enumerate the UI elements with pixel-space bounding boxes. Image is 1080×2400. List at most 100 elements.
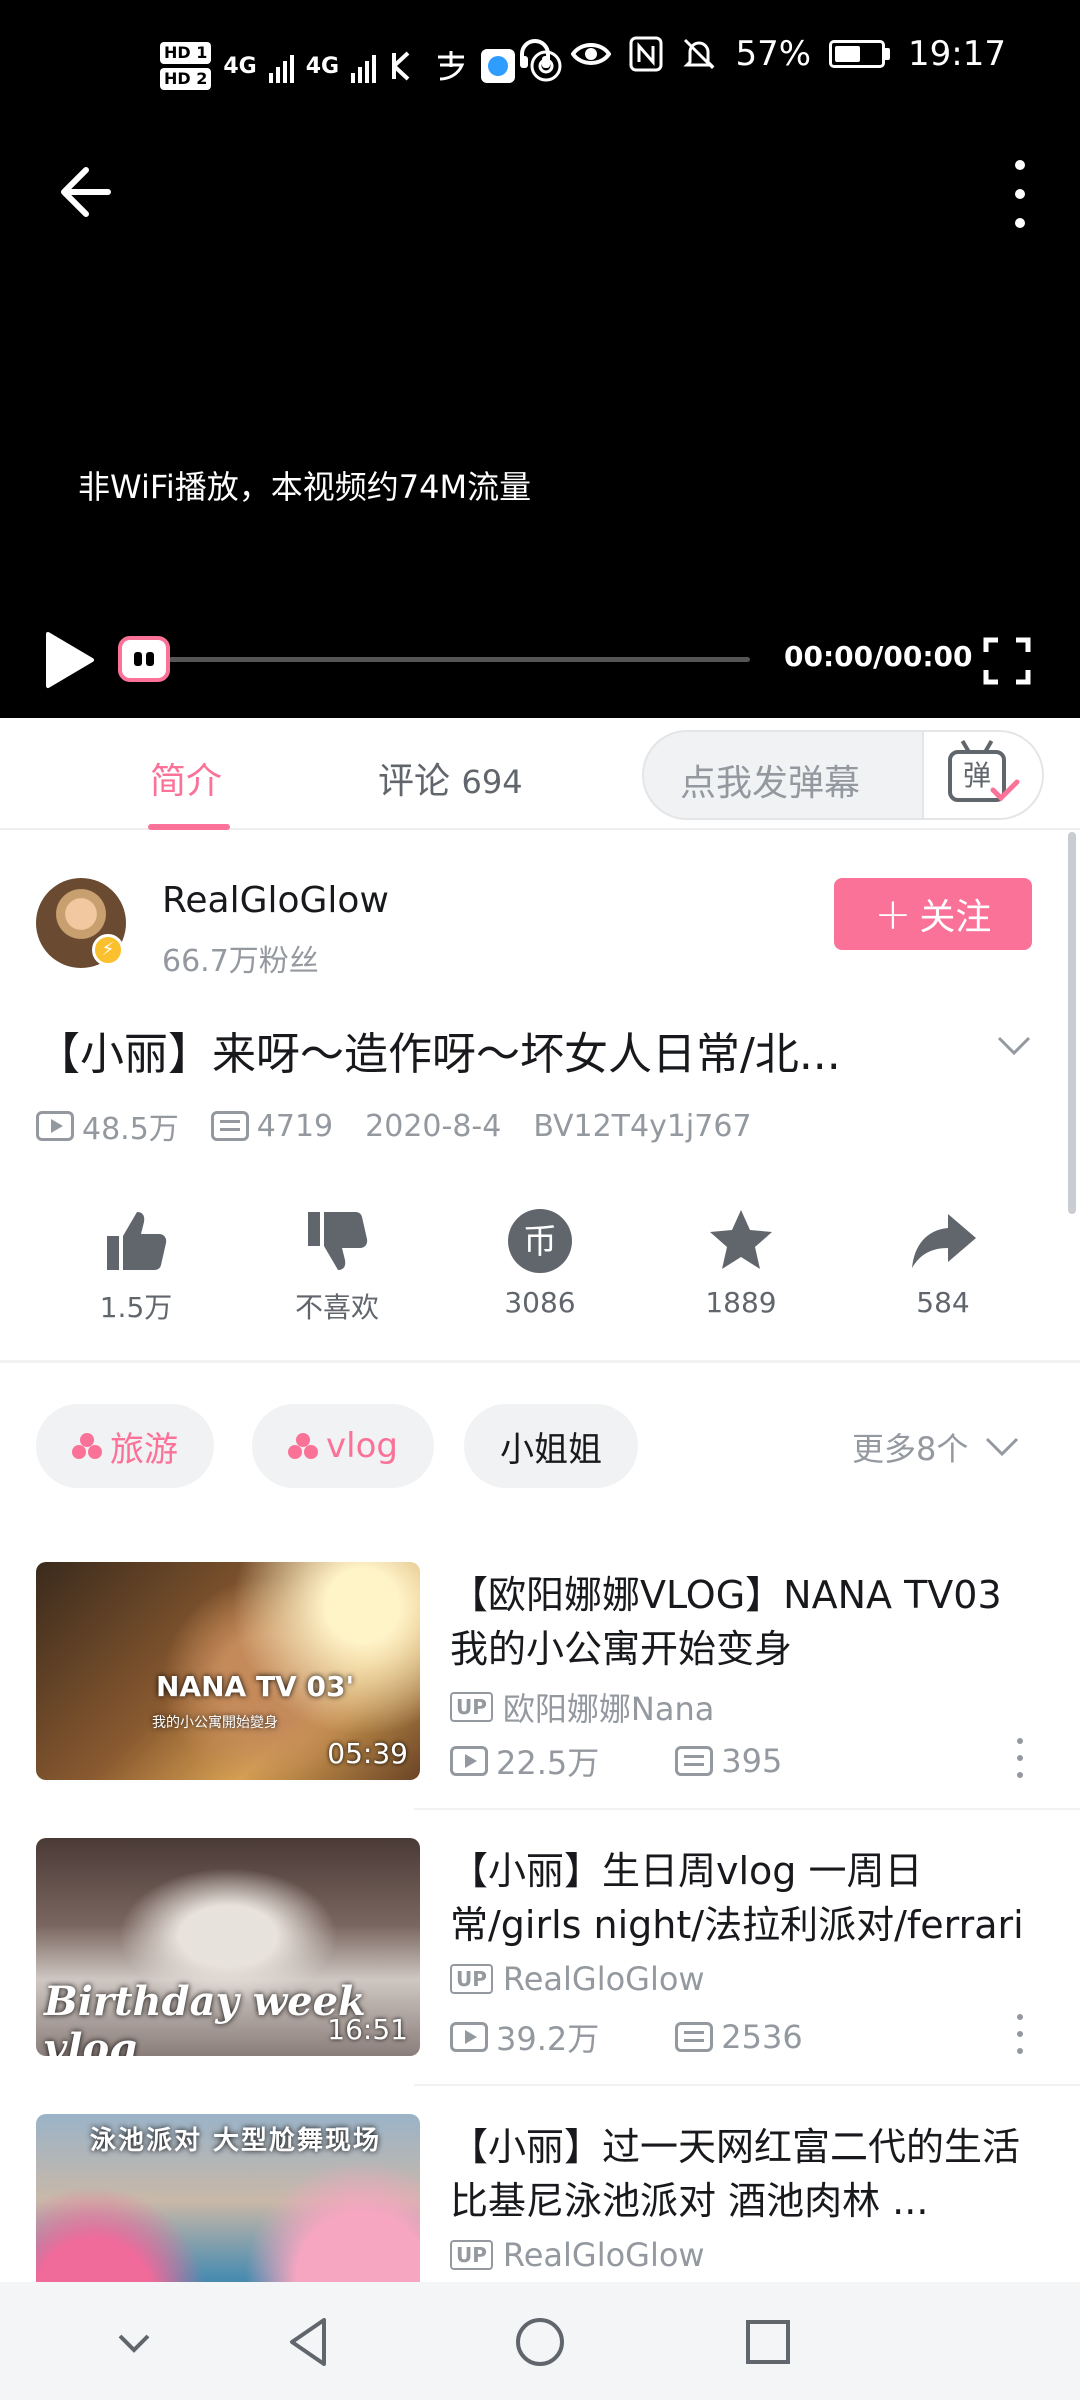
rec-danmaku: 395 <box>721 1742 783 1780</box>
dislike-label: 不喜欢 <box>294 1291 379 1324</box>
alipay-icon <box>438 51 465 81</box>
hd1-label: HD 1 <box>160 42 212 64</box>
app-notification-icon <box>392 51 410 81</box>
channel-icon <box>72 1433 102 1459</box>
tag-label: 旅游 <box>110 1429 178 1470</box>
video-duration: 05:39 <box>327 1737 408 1770</box>
hd-indicator: HD 1 HD 2 <box>160 40 212 92</box>
bv-id: BV12T4y1j767 <box>533 1108 752 1144</box>
rec-danmaku: 2536 <box>721 2018 803 2056</box>
publish-date: 2020-8-4 <box>365 1108 502 1144</box>
favorite-count: 1889 <box>705 1286 777 1319</box>
danmaku-input[interactable]: 点我发弹幕 弹 <box>642 730 1044 820</box>
more-tags-label: 更多8个 <box>852 1430 969 1468</box>
video-title: 【小丽】来呀～造作呀～坏女人日常/北... <box>36 1029 841 1080</box>
rec-title: 【小丽】过一天网红富二代的生活 比基尼泳池派对 酒池肉林 ... <box>450 2125 1021 2223</box>
playback-time: 00:00/00:00 <box>784 640 973 673</box>
rec-uploader: UP RealGloGlow <box>450 1960 705 1998</box>
tag-label: vlog <box>326 1426 398 1466</box>
coin-count: 3086 <box>504 1286 576 1319</box>
share-icon <box>912 1214 976 1268</box>
dislike-button[interactable]: 不喜欢 <box>267 1206 407 1326</box>
more-tags-button[interactable]: 更多8个 <box>852 1424 1020 1470</box>
thumbnail-caption: 泳池派对 大型尬舞现场 <box>90 2126 382 2156</box>
video-meta: 48.5万 4719 2020-8-4 BV12T4y1j767 <box>36 1104 784 1148</box>
more-options-icon[interactable] <box>1002 160 1038 228</box>
list-item[interactable]: 泳池派对 大型尬舞现场 【小丽】过一天网红富二代的生活 比基尼泳池派对 酒池肉林… <box>36 2114 1046 2282</box>
nav-back-icon[interactable] <box>280 2312 340 2372</box>
tab-bar: 简介 评论 694 点我发弹幕 弹 <box>0 718 1080 830</box>
nfc-icon <box>629 36 663 72</box>
rec-uploader-name: RealGloGlow <box>502 2236 705 2274</box>
signal-icon-2 <box>351 49 377 83</box>
danmaku-settings-button[interactable]: 弹 <box>922 732 1042 818</box>
uploader-name[interactable]: RealGloGlow <box>162 880 389 921</box>
network-type-2: 4G <box>305 53 340 79</box>
divider <box>414 2084 1080 2086</box>
rec-title: 【欧阳娜娜VLOG】NANA TV03 我的小公寓开始变身 <box>450 1573 1002 1671</box>
favorite-button[interactable]: 1889 <box>671 1206 811 1319</box>
up-badge-icon: UP <box>450 2240 493 2270</box>
follow-button[interactable]: + 关注 <box>834 878 1032 950</box>
video-thumbnail[interactable]: NANA TV 03' 我的小公寓開始變身 05:39 <box>36 1562 420 1780</box>
more-options-icon[interactable] <box>1014 1738 1026 1778</box>
signal-icon <box>268 49 294 83</box>
rec-views: 22.5万 <box>496 1744 600 1782</box>
tag-vlog[interactable]: vlog <box>252 1404 434 1488</box>
active-tab-indicator <box>148 824 230 830</box>
coin-button[interactable]: 币 3086 <box>470 1206 610 1319</box>
back-arrow-icon[interactable] <box>52 160 116 224</box>
nav-home-icon[interactable] <box>510 2312 570 2372</box>
play-icon[interactable] <box>42 630 96 690</box>
rec-uploader-name: 欧阳娜娜Nana <box>502 1690 715 1728</box>
video-thumbnail[interactable]: 泳池派对 大型尬舞现场 <box>36 2114 420 2282</box>
danmaku-count: 4719 <box>256 1108 334 1144</box>
rec-stats: 22.5万 395 <box>450 1738 858 1784</box>
more-options-icon[interactable] <box>1014 2014 1026 2054</box>
chevron-down-icon[interactable] <box>996 1034 1032 1058</box>
fullscreen-icon[interactable] <box>982 636 1032 686</box>
chevron-down-icon <box>986 1437 1019 1457</box>
up-badge-icon: UP <box>450 1692 493 1722</box>
list-item[interactable]: Birthday week vlog 16:51 【小丽】生日周vlog 一周日… <box>36 1838 1046 2058</box>
rec-title: 【小丽】生日周vlog 一周日常/girls night/法拉利派对/ferra… <box>450 1849 1024 1947</box>
divider <box>414 1808 1080 1810</box>
nav-collapse-icon[interactable] <box>104 2312 164 2372</box>
rec-stats: 39.2万 2536 <box>450 2014 879 2060</box>
verified-badge-icon: ⚡ <box>92 934 124 966</box>
tab-intro[interactable]: 简介 <box>150 752 222 804</box>
tag-label: 小姐姐 <box>500 1429 602 1470</box>
danmaku-placeholder: 点我发弹幕 <box>680 763 861 804</box>
like-button[interactable]: 1.5万 <box>66 1206 206 1326</box>
share-button[interactable]: 584 <box>873 1206 1013 1319</box>
player-controls: 00:00/00:00 <box>0 620 1080 700</box>
uploader-info: ⚡ RealGloGlow 66.7万粉丝 + 关注 <box>0 860 1080 990</box>
eye-comfort-icon <box>571 43 612 65</box>
action-bar: 1.5万 不喜欢 币 3086 1889 584 <box>0 1206 1080 1336</box>
tag-xiaojiejie[interactable]: 小姐姐 <box>464 1404 638 1488</box>
share-count: 584 <box>916 1286 970 1319</box>
divider <box>0 1360 1080 1363</box>
coin-char: 币 <box>523 1222 557 1262</box>
system-nav-bar <box>0 2282 1080 2400</box>
video-thumbnail[interactable]: Birthday week vlog 16:51 <box>36 1838 420 2056</box>
rec-views: 39.2万 <box>496 2020 600 2058</box>
progress-bar[interactable] <box>168 657 750 662</box>
progress-thumb-icon[interactable] <box>118 636 170 682</box>
tab-comments[interactable]: 评论 694 <box>378 752 523 804</box>
video-player[interactable]: HD 1 HD 2 4G 4G 57% 19:17 非WiFi播放，本视频约74… <box>0 0 1080 718</box>
danmaku-count-icon <box>675 2022 714 2052</box>
nav-recents-icon[interactable] <box>738 2312 798 2372</box>
battery-icon <box>829 40 891 68</box>
battery-percent: 57% <box>735 34 812 74</box>
tag-travel[interactable]: 旅游 <box>36 1404 214 1488</box>
tag-list: 旅游 vlog 小姐姐 更多8个 <box>36 1404 1046 1488</box>
rec-uploader-name: RealGloGlow <box>502 1960 705 1998</box>
channel-icon <box>288 1433 318 1459</box>
list-item[interactable]: NANA TV 03' 我的小公寓開始變身 05:39 【欧阳娜娜VLOG】NA… <box>36 1562 1046 1782</box>
play-count-icon <box>450 2022 488 2052</box>
danmaku-count-icon <box>675 1746 714 1776</box>
thumbnail-caption: NANA TV 03' <box>156 1670 355 1703</box>
up-badge-icon: UP <box>450 1964 493 1994</box>
check-icon <box>990 779 1020 802</box>
